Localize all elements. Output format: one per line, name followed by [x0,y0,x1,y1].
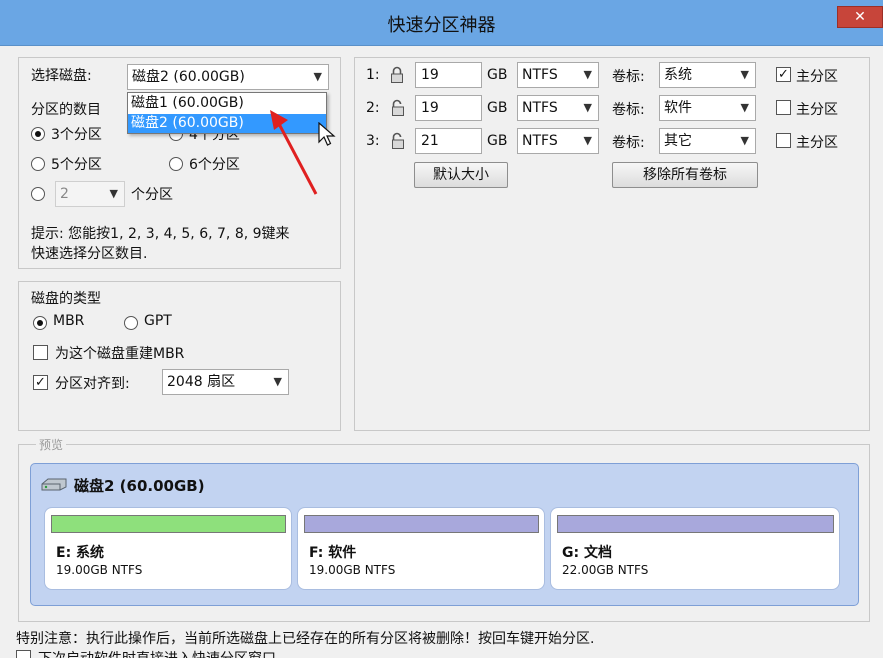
close-icon: ✕ [854,9,866,25]
close-button[interactable]: ✕ [837,6,883,28]
lock-icon[interactable] [390,66,404,84]
radio-3-partitions[interactable] [31,127,45,141]
partition-3-primary-checkbox[interactable] [776,133,791,148]
chevron-down-icon: ▼ [740,134,749,147]
partition-2-unit: GB [487,100,508,116]
partition-3-size[interactable]: 21 [415,128,482,154]
partition-bar-g [557,515,834,533]
partition-card-g-info: 22.00GB NTFS [562,563,649,577]
partition-card-g-name: G: 文档 [562,545,612,561]
warning-text: 特别注意：执行此操作后，当前所选磁盘上已经存在的所有分区将被删除！按回车键开始分… [16,631,595,647]
partition-3-fs[interactable]: NTFS ▼ [517,128,599,154]
chevron-down-icon: ▼ [313,70,322,83]
direct-enter-label: 下次启动软件时直接进入快速分区窗口 [38,648,276,658]
disk-drive-icon [41,478,67,491]
disk-select-value: 磁盘2 (60.00GB) [132,69,245,85]
align-value: 2048 扇区 [167,374,236,390]
partition-2-size[interactable]: 19 [415,95,482,121]
radio-3-label: 3个分区 [51,127,102,143]
align-label: 分区对齐到: [55,376,130,392]
custom-count-select[interactable]: 2 ▼ [55,181,125,207]
partition-3-volume[interactable]: 其它 ▼ [659,128,756,154]
partition-1-size[interactable]: 19 [415,62,482,88]
partition-1-index: 1: [366,67,380,83]
disk-select[interactable]: 磁盘2 (60.00GB) ▼ [127,64,329,90]
partition-card-e-name: E: 系统 [56,545,105,561]
disk-preview: 磁盘2 (60.00GB) E: 系统 19.00GB NTFS F: 软件 1… [30,463,859,606]
custom-count-suffix: 个分区 [131,187,173,203]
hint-line-1: 提示: 您能按1, 2, 3, 4, 5, 6, 7, 8, 9键来 [31,226,290,242]
disk-preview-title: 磁盘2 (60.00GB) [74,477,205,495]
partition-3-volume-value: 其它 [664,133,692,149]
chevron-down-icon: ▼ [273,375,282,388]
rebuild-mbr-label: 为这个磁盘重建MBR [55,346,185,362]
partition-3-index: 3: [366,133,380,149]
partition-2-fs-value: NTFS [522,100,558,116]
partition-1-primary-checkbox[interactable]: ✓ [776,67,791,82]
radio-custom-partitions[interactable] [31,187,45,201]
partition-3-vol-label: 卷标: [612,135,645,151]
radio-gpt-label: GPT [144,313,172,329]
partition-2-primary-label: 主分区 [796,102,838,118]
partition-card-f-name: F: 软件 [309,545,357,561]
unlock-icon[interactable] [390,99,406,117]
radio-gpt[interactable] [124,316,138,330]
partition-3-fs-value: NTFS [522,133,558,149]
partition-2-volume-value: 软件 [664,100,692,116]
partition-1-primary-label: 主分区 [796,69,838,85]
partition-card-g[interactable]: G: 文档 22.00GB NTFS [550,507,840,590]
partition-card-e-info: 19.00GB NTFS [56,563,143,577]
default-size-button[interactable]: 默认大小 [414,162,508,188]
radio-6-partitions[interactable] [169,157,183,171]
partition-1-volume[interactable]: 系统 ▼ [659,62,756,88]
partition-1-vol-label: 卷标: [612,69,645,85]
partition-2-volume[interactable]: 软件 ▼ [659,95,756,121]
partition-count-title: 分区的数目 [31,102,101,118]
partition-bar-f [304,515,539,533]
disk-select-label: 选择磁盘: [31,68,92,84]
window-title: 快速分区神器 [387,15,496,36]
radio-mbr[interactable] [33,316,47,330]
preview-group-label: 预览 [36,436,67,453]
align-checkbox[interactable]: ✓ [33,375,48,390]
radio-6-label: 6个分区 [189,157,240,173]
partition-1-volume-value: 系统 [664,67,692,83]
partition-1-unit: GB [487,67,508,83]
partition-1-fs[interactable]: NTFS ▼ [517,62,599,88]
radio-mbr-label: MBR [53,313,85,329]
chevron-down-icon: ▼ [740,68,749,81]
direct-enter-checkbox[interactable] [16,650,31,658]
partition-3-unit: GB [487,133,508,149]
partition-2-vol-label: 卷标: [612,102,645,118]
remove-all-labels-button[interactable]: 移除所有卷标 [612,162,758,188]
partition-1-fs-value: NTFS [522,67,558,83]
chevron-down-icon: ▼ [583,101,592,114]
mouse-cursor-icon [318,122,336,146]
radio-5-label: 5个分区 [51,157,102,173]
partition-card-e[interactable]: E: 系统 19.00GB NTFS [44,507,292,590]
partition-2-primary-checkbox[interactable] [776,100,791,115]
chevron-down-icon: ▼ [740,101,749,114]
align-select[interactable]: 2048 扇区 ▼ [162,369,289,395]
custom-count-value: 2 [60,186,69,202]
partition-card-f-info: 19.00GB NTFS [309,563,396,577]
chevron-down-icon: ▼ [109,187,118,200]
unlock-icon[interactable] [390,132,406,150]
disk-type-title: 磁盘的类型 [31,291,101,307]
hint-line-2: 快速选择分区数目. [31,246,148,262]
radio-5-partitions[interactable] [31,157,45,171]
partition-3-primary-label: 主分区 [796,135,838,151]
partition-card-f[interactable]: F: 软件 19.00GB NTFS [297,507,545,590]
partition-bar-e [51,515,286,533]
chevron-down-icon: ▼ [583,68,592,81]
chevron-down-icon: ▼ [583,134,592,147]
title-bar: 快速分区神器 ✕ [0,0,883,46]
partition-2-fs[interactable]: NTFS ▼ [517,95,599,121]
rebuild-mbr-checkbox[interactable] [33,345,48,360]
partition-2-index: 2: [366,100,380,116]
